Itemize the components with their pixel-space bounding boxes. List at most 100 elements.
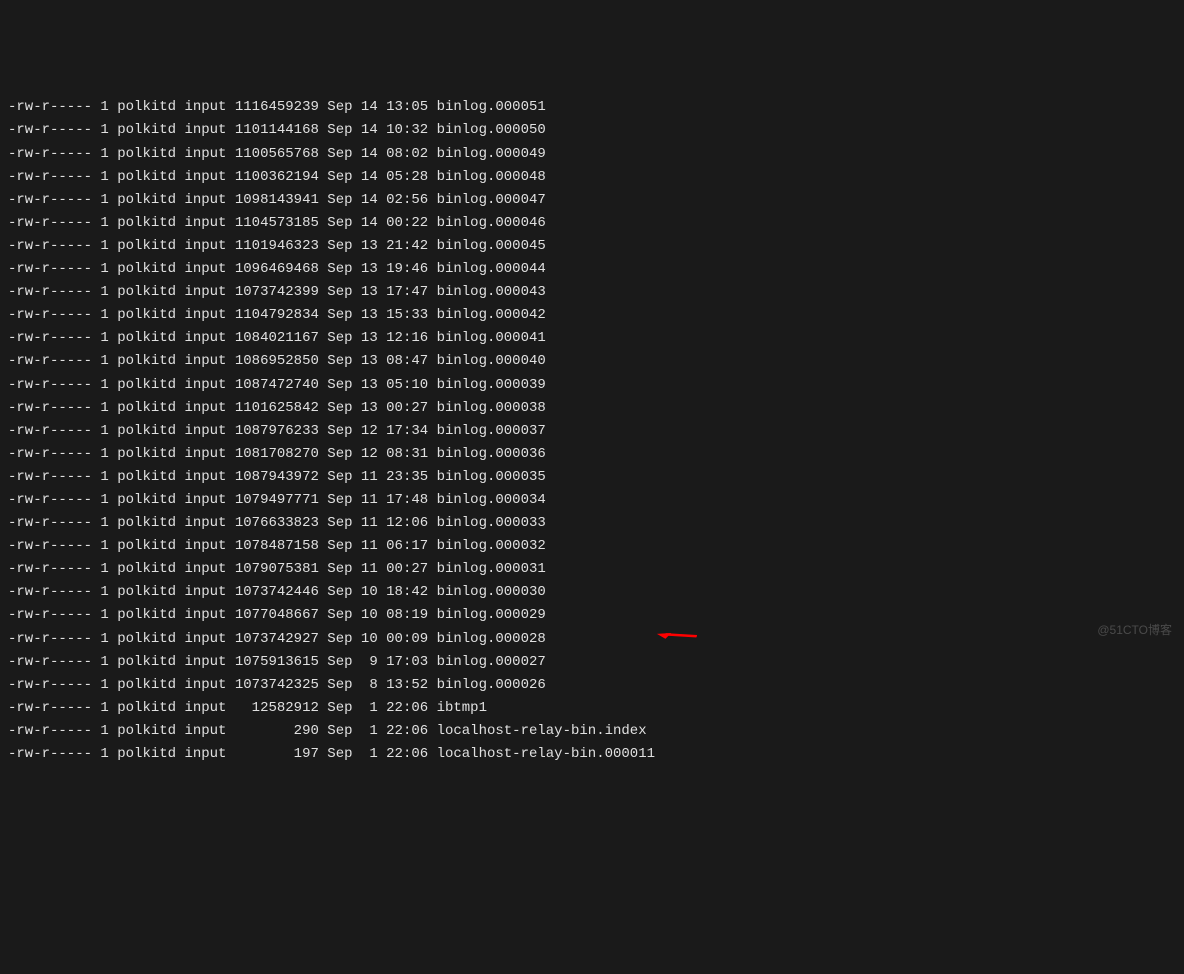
file-link-count: 1 [100,377,108,393]
file-name: binlog.000045 [437,238,546,254]
file-time: 12:06 [386,515,428,531]
file-name: binlog.000047 [437,192,546,208]
file-day: 14 [361,215,378,231]
file-time: 06:17 [386,538,428,554]
file-group: input [184,654,226,670]
file-size: 1079497771 [235,492,319,508]
file-permissions: -rw-r----- [8,584,92,600]
file-listing-row: -rw-r----- 1 polkitd input 1087472740 Se… [8,374,1176,397]
file-day: 14 [361,99,378,115]
file-group: input [184,377,226,393]
file-listing-row: -rw-r----- 1 polkitd input 1086952850 Se… [8,350,1176,373]
file-name: binlog.000026 [437,677,546,693]
file-time: 15:33 [386,307,428,323]
file-time: 17:34 [386,423,428,439]
file-day: 10 [361,584,378,600]
file-time: 08:19 [386,607,428,623]
file-link-count: 1 [100,215,108,231]
file-link-count: 1 [100,423,108,439]
file-permissions: -rw-r----- [8,446,92,462]
file-month: Sep [327,169,352,185]
file-group: input [184,469,226,485]
file-permissions: -rw-r----- [8,261,92,277]
file-owner: polkitd [117,377,176,393]
file-group: input [184,584,226,600]
file-time: 22:06 [386,723,428,739]
file-time: 13:52 [386,677,428,693]
file-time: 05:10 [386,377,428,393]
file-month: Sep [327,746,352,762]
file-name: binlog.000049 [437,146,546,162]
file-size: 1101946323 [235,238,319,254]
file-group: input [184,99,226,115]
file-name: binlog.000048 [437,169,546,185]
file-day: 11 [361,492,378,508]
file-size: 1075913615 [235,654,319,670]
file-owner: polkitd [117,215,176,231]
file-group: input [184,353,226,369]
file-permissions: -rw-r----- [8,469,92,485]
file-name: binlog.000035 [437,469,546,485]
file-group: input [184,700,226,716]
file-listing-row: -rw-r----- 1 polkitd input 1075913615 Se… [8,651,1176,674]
file-size: 1086952850 [235,353,319,369]
file-permissions: -rw-r----- [8,515,92,531]
file-owner: polkitd [117,446,176,462]
file-day: 14 [361,192,378,208]
file-group: input [184,146,226,162]
file-time: 10:32 [386,122,428,138]
file-size: 1087472740 [235,377,319,393]
file-group: input [184,492,226,508]
file-link-count: 1 [100,746,108,762]
file-listing-row: -rw-r----- 1 polkitd input 12582912 Sep … [8,697,1176,720]
file-owner: polkitd [117,492,176,508]
file-day: 14 [361,122,378,138]
file-time: 00:27 [386,400,428,416]
file-day: 12 [361,423,378,439]
file-link-count: 1 [100,99,108,115]
file-month: Sep [327,377,352,393]
file-permissions: -rw-r----- [8,330,92,346]
file-listing-row: -rw-r----- 1 polkitd input 1079075381 Se… [8,558,1176,581]
file-group: input [184,446,226,462]
file-listing-row: -rw-r----- 1 polkitd input 1096469468 Se… [8,258,1176,281]
file-link-count: 1 [100,469,108,485]
file-owner: polkitd [117,353,176,369]
file-time: 00:27 [386,561,428,577]
file-month: Sep [327,122,352,138]
file-day: 13 [361,353,378,369]
file-day: 14 [361,146,378,162]
file-listing-row: -rw-r----- 1 polkitd input 197 Sep 1 22:… [8,743,1176,766]
file-month: Sep [327,400,352,416]
file-link-count: 1 [100,400,108,416]
file-size: 1078487158 [235,538,319,554]
file-name: binlog.000050 [437,122,546,138]
file-owner: polkitd [117,122,176,138]
file-group: input [184,423,226,439]
file-group: input [184,631,226,647]
file-time: 08:31 [386,446,428,462]
file-permissions: -rw-r----- [8,631,92,647]
file-time: 23:35 [386,469,428,485]
file-day: 13 [361,238,378,254]
file-listing-row: -rw-r----- 1 polkitd input 1079497771 Se… [8,489,1176,512]
file-name: binlog.000029 [437,607,546,623]
file-month: Sep [327,631,352,647]
file-name: binlog.000027 [437,654,546,670]
file-link-count: 1 [100,446,108,462]
watermark-text: @51CTO博客 [1097,621,1172,641]
file-permissions: -rw-r----- [8,423,92,439]
file-day: 13 [361,330,378,346]
file-group: input [184,238,226,254]
file-group: input [184,307,226,323]
file-month: Sep [327,99,352,115]
file-month: Sep [327,353,352,369]
file-month: Sep [327,238,352,254]
file-group: input [184,723,226,739]
file-name: binlog.000038 [437,400,546,416]
file-owner: polkitd [117,607,176,623]
file-owner: polkitd [117,561,176,577]
file-permissions: -rw-r----- [8,169,92,185]
file-link-count: 1 [100,515,108,531]
file-group: input [184,330,226,346]
